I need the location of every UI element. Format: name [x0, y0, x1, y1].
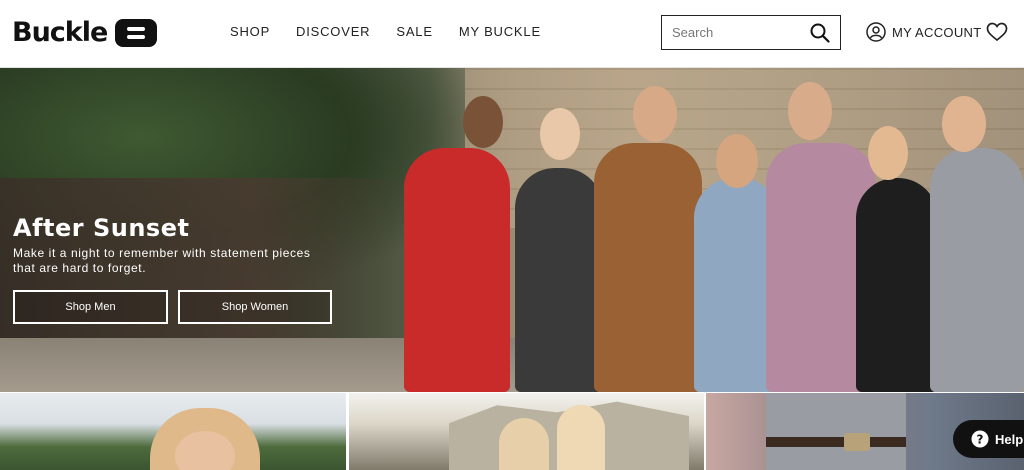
promo-tile-model — [557, 405, 605, 470]
svg-text:?: ? — [977, 433, 984, 447]
promo-tile[interactable] — [349, 393, 704, 470]
hero-model — [404, 148, 510, 392]
promo-tile-model — [499, 418, 549, 470]
promo-tile-buckle — [844, 433, 870, 451]
hero-model — [515, 168, 603, 392]
hero-model — [930, 148, 1024, 392]
site-header: Buckle SHOP DISCOVER SALE MY BUCKLE MY A… — [0, 0, 1024, 68]
question-circle-icon: ? — [971, 430, 989, 448]
help-button[interactable]: ? Help — [953, 420, 1024, 458]
my-account-link[interactable]: MY ACCOUNT — [866, 22, 981, 42]
hero-subtitle: Make it a night to remember with stateme… — [13, 246, 311, 275]
buckle-logo[interactable]: Buckle — [12, 17, 158, 48]
nav-item-discover[interactable]: DISCOVER — [296, 24, 370, 39]
help-label: Help — [995, 431, 1024, 447]
promo-tile-model — [766, 393, 906, 470]
hero-model-head — [942, 96, 986, 152]
logo-text: Buckle — [12, 17, 108, 48]
nav-item-my-buckle[interactable]: MY BUCKLE — [459, 24, 541, 39]
logo-badge-icon — [115, 18, 158, 47]
shop-men-button[interactable]: Shop Men — [13, 290, 168, 324]
hero-title: After Sunset — [13, 214, 190, 242]
hero-model-head — [868, 126, 908, 180]
search-icon[interactable] — [810, 23, 830, 43]
shop-women-button[interactable]: Shop Women — [178, 290, 332, 324]
promo-tile-belt — [766, 437, 906, 447]
hero-model — [594, 143, 702, 392]
nav-item-shop[interactable]: SHOP — [230, 24, 270, 39]
heart-icon[interactable] — [986, 22, 1008, 42]
hero-model — [856, 178, 938, 392]
hero-model-head — [540, 108, 580, 160]
hero-model-head — [633, 86, 677, 142]
hero-model-head — [463, 96, 503, 148]
my-account-label: MY ACCOUNT — [892, 24, 982, 40]
search-input[interactable] — [662, 16, 802, 49]
search-box — [661, 15, 841, 50]
nav-item-sale[interactable]: SALE — [396, 24, 432, 39]
promo-tile[interactable] — [0, 393, 346, 470]
hero-model-head — [788, 82, 832, 140]
main-nav: SHOP DISCOVER SALE MY BUCKLE — [230, 24, 541, 39]
hero-model-head — [716, 134, 758, 188]
hero-banner[interactable]: After Sunset Make it a night to remember… — [0, 68, 1024, 392]
user-circle-icon — [866, 22, 886, 42]
